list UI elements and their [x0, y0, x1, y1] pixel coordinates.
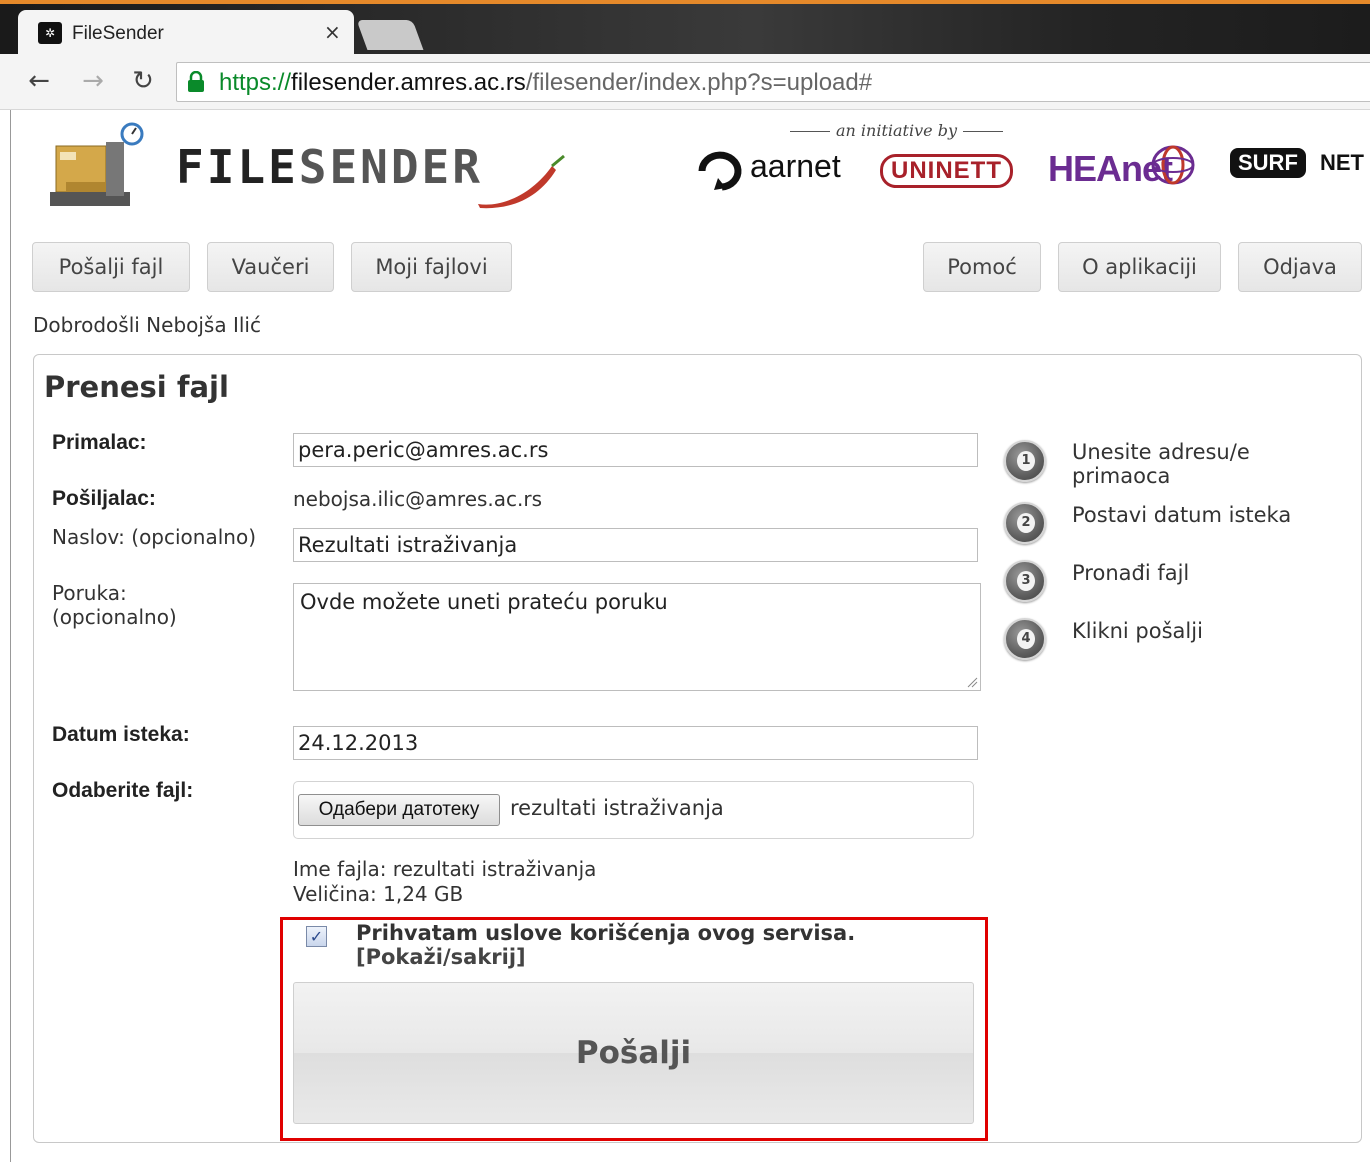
aarnet-logo: aarnet: [750, 148, 841, 184]
terms-toggle-link[interactable]: [Pokaži/sakrij]: [356, 945, 526, 969]
send-button[interactable]: Pošalji: [293, 982, 974, 1124]
message-textarea[interactable]: Ovde možete uneti prateću poruku: [293, 583, 981, 691]
heanet-globe-icon: [1151, 145, 1195, 185]
send-file-button[interactable]: Pošalji fajl: [32, 242, 190, 292]
step-4-icon: 4: [1004, 618, 1046, 660]
message-label: Poruka: (opcionalno): [52, 581, 177, 629]
sender-value: nebojsa.ilic@amres.ac.rs: [293, 487, 543, 511]
welcome-text: Dobrodošli Nebojša Ilić: [33, 313, 261, 337]
address-bar[interactable]: https://filesender.amres.ac.rs/filesende…: [176, 62, 1370, 102]
reload-icon[interactable]: ↻: [126, 66, 160, 96]
recipient-input[interactable]: pera.peric@amres.ac.rs: [293, 433, 978, 467]
browser-toolbar: ← → ↻ https://filesender.amres.ac.rs/fil…: [0, 54, 1370, 110]
file-picker: Одабери датотеку rezultati istraživanja: [293, 781, 974, 839]
recipient-label: Primalac:: [52, 431, 147, 454]
terms-checkbox[interactable]: ✓: [306, 926, 327, 947]
surfnet-net-text: NET: [1320, 150, 1364, 175]
step-4-text: Klikni pošalji: [1072, 619, 1203, 643]
help-button[interactable]: Pomoć: [923, 242, 1041, 292]
page-title: Prenesi fajl: [44, 370, 229, 404]
uninett-logo: UNINETT: [880, 154, 1013, 188]
tab-title: FileSender: [72, 23, 164, 44]
expiry-date-input[interactable]: 24.12.2013: [293, 726, 978, 760]
about-button[interactable]: O aplikaciji: [1058, 242, 1221, 292]
resize-handle-icon[interactable]: [966, 676, 978, 688]
tab-close-icon[interactable]: ×: [324, 20, 341, 44]
expiry-label: Datum isteka:: [52, 723, 190, 746]
lock-icon: [188, 71, 204, 92]
file-size-info: Veličina: 1,24 GB: [293, 882, 464, 906]
filesender-scale-logo-icon: [50, 122, 144, 206]
aarnet-swirl-icon: [698, 151, 742, 191]
subject-label: Naslov: (opcionalno): [52, 525, 256, 549]
file-label: Odaberite fajl:: [52, 779, 194, 802]
step-2-text: Postavi datum isteka: [1072, 503, 1292, 527]
step-3-text: Pronađi fajl: [1072, 561, 1190, 585]
choose-file-button[interactable]: Одабери датотеку: [298, 794, 500, 826]
url-text: https://filesender.amres.ac.rs/filesende…: [219, 69, 873, 96]
browser-tab-bar: ✲ FileSender ×: [0, 4, 1370, 56]
forward-arrow-icon[interactable]: →: [76, 66, 110, 96]
favicon-icon: ✲: [38, 22, 62, 44]
terms-text: Prihvatam uslove korišćenja ovog servisa…: [356, 921, 856, 945]
vouchers-button[interactable]: Vaučeri: [207, 242, 334, 292]
page-edge: [10, 110, 11, 1162]
initiative-caption: an initiative by: [784, 121, 1009, 140]
logout-button[interactable]: Odjava: [1238, 242, 1362, 292]
browser-tab[interactable]: ✲ FileSender ×: [18, 10, 354, 56]
chili-pepper-icon: [478, 154, 565, 209]
step-2-icon: 2: [1004, 502, 1046, 544]
step-1-text: Unesite adresu/e primaoca: [1072, 440, 1250, 488]
subject-input[interactable]: Rezultati istraživanja: [293, 528, 978, 562]
my-files-button[interactable]: Moji fajlovi: [351, 242, 512, 292]
filesender-brand: FILESENDER: [176, 140, 483, 194]
sender-label: Pošiljalac:: [52, 487, 156, 510]
file-name-info: Ime fajla: rezultati istraživanja: [293, 857, 597, 881]
chosen-file-name: rezultati istraživanja: [510, 796, 724, 820]
new-tab-button[interactable]: [356, 20, 424, 50]
step-1-icon: 1: [1004, 440, 1046, 482]
step-3-icon: 3: [1004, 560, 1046, 602]
message-text: Ovde možete uneti prateću poruku: [300, 590, 668, 614]
surf-logo: SURF: [1230, 148, 1306, 178]
back-arrow-icon[interactable]: ←: [22, 66, 56, 96]
